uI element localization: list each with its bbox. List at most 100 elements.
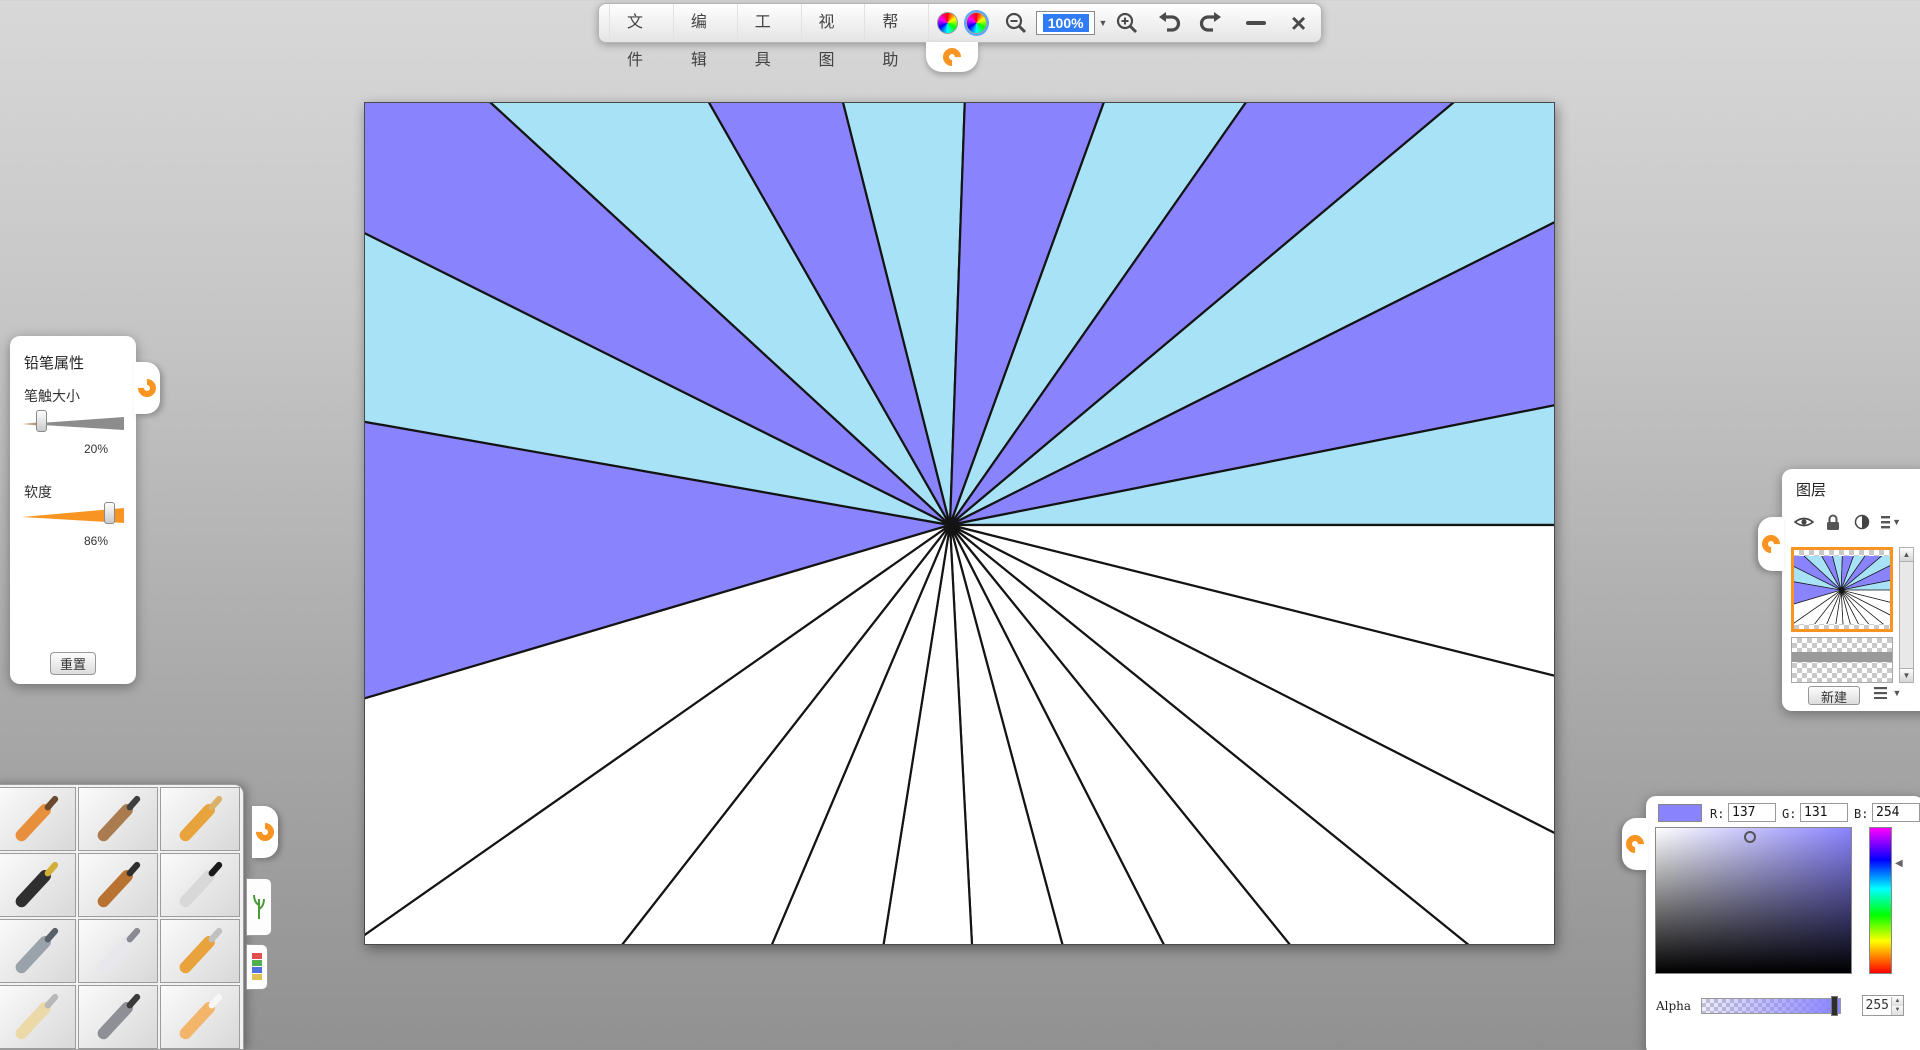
zoom-dropdown-arrow[interactable]: ▼ [1097,18,1108,28]
new-layer-button[interactable]: 新建 [1808,686,1860,705]
close-icon: × [1291,12,1306,34]
red-label: R: [1710,807,1724,821]
reset-button[interactable]: 重置 [50,652,96,675]
layer-toolbar: ▼ [1794,513,1901,531]
spin-down-icon[interactable]: ▼ [1892,1006,1903,1015]
color-wheel-icon[interactable] [937,12,958,34]
scroll-down-icon[interactable]: ▼ [1900,668,1913,682]
color-wheel-active-icon[interactable] [966,12,987,34]
green-input[interactable] [1800,803,1848,822]
menu-edit[interactable]: 编辑 [674,4,738,42]
minimize-icon [1246,21,1266,25]
sv-cursor[interactable] [1744,831,1756,843]
tool-paintbrush[interactable] [78,853,158,917]
list-icon [1874,687,1887,699]
tool-palette-handle[interactable] [252,806,278,858]
zoom-out-button[interactable] [1003,10,1028,36]
undo-icon [1157,11,1183,35]
layer-options-button[interactable]: ▼ [1881,513,1901,531]
layer-list-options-button[interactable]: ▼ [1874,687,1903,699]
tool-fountain-pen[interactable] [0,853,76,917]
hue-slider[interactable] [1869,827,1892,974]
saturation-value-picker[interactable] [1655,827,1852,974]
layer-blend-button[interactable] [1852,513,1872,531]
zoom-level-input[interactable]: 100% [1036,11,1095,35]
alpha-slider[interactable] [1701,998,1841,1014]
zoom-in-button[interactable] [1115,10,1140,36]
spin-up-icon[interactable]: ▲ [1892,997,1903,1006]
lock-icon [1826,514,1840,531]
undo-button[interactable] [1157,10,1183,36]
tool-palette-knife[interactable] [78,919,158,983]
softness-label: 软度 [24,482,52,502]
tool-airbrush[interactable] [0,919,76,983]
tool-pencil[interactable] [0,787,76,851]
current-color-swatch [1658,804,1702,822]
alpha-gradient [1702,999,1840,1013]
brush-size-thumb[interactable] [36,410,47,432]
pencil-panel-handle[interactable] [134,362,160,414]
layer-lock-button[interactable] [1823,513,1843,531]
extra-tool-colors[interactable] [246,944,268,990]
ink-brush-icon [170,856,230,914]
airbrush-icon [6,922,66,980]
redo-icon [1197,11,1223,35]
tool-quill[interactable] [78,985,158,1049]
alpha-handle[interactable] [1831,996,1838,1016]
handle-icon [134,375,159,400]
starburst-artwork [365,103,1555,945]
paint-tube-icon [6,988,66,1046]
drawing-canvas[interactable] [364,102,1555,945]
layer-item[interactable] [1791,637,1893,683]
layer-thumbnail [1794,556,1890,624]
alpha-label: Alpha [1656,999,1691,1013]
tool-crayon[interactable] [160,787,240,851]
red-input[interactable] [1728,803,1776,822]
softness-thumb[interactable] [104,502,115,524]
handle-icon [939,44,964,69]
scroll-up-icon[interactable]: ▲ [1900,548,1913,562]
layers-panel: 图层 ▼ [1782,469,1920,711]
redo-button[interactable] [1197,10,1223,36]
eye-icon [1794,515,1814,529]
tool-grid [0,787,240,1049]
tool-paint-roller[interactable] [160,919,240,983]
contrast-icon [1854,514,1870,530]
blue-input[interactable] [1872,803,1920,822]
brush-size-slider[interactable] [22,412,124,432]
crayon-icon [170,790,230,848]
hue-marker-icon: ◀ [1895,858,1903,869]
alpha-spinbox[interactable]: 255 ▲▼ [1862,995,1904,1016]
color-panel-handle[interactable] [1622,818,1648,870]
handle-icon [252,819,277,844]
menu-file[interactable]: 文件 [609,4,674,42]
tool-sketch-pencil[interactable] [78,787,158,851]
layer-visibility-button[interactable] [1794,513,1814,531]
layers-scrollbar[interactable]: ▲ ▼ [1899,547,1914,683]
color-strip-icon [251,952,263,982]
quill-icon [88,988,148,1046]
blue-label: B: [1854,807,1868,821]
tool-paint-tube[interactable] [0,985,76,1049]
layers-panel-handle[interactable] [1758,517,1784,571]
softness-slider[interactable] [22,504,124,524]
pencil-panel-title: 铅笔属性 [24,352,84,373]
list-icon [1881,515,1890,529]
menu-tools[interactable]: 工具 [738,4,802,42]
tool-ink-brush[interactable] [160,853,240,917]
close-button[interactable]: × [1286,10,1311,36]
minimize-button[interactable] [1243,10,1268,36]
brush-size-value: 20% [10,442,120,456]
toolbar-handle[interactable] [926,42,978,72]
spinner-arrows[interactable]: ▲▼ [1891,997,1903,1015]
tool-eraser[interactable] [160,985,240,1049]
layer-item-selected[interactable] [1791,547,1893,632]
brush-size-label: 笔触大小 [24,386,80,406]
menu-view[interactable]: 视图 [802,4,866,42]
menu-help[interactable]: 帮助 [865,4,929,42]
extra-tool-plant[interactable] [246,878,272,936]
alpha-value: 255 [1863,998,1891,1013]
zoom-level-value: 100% [1043,14,1089,32]
sketch-pencil-icon [88,790,148,848]
softness-value: 86% [10,534,120,548]
